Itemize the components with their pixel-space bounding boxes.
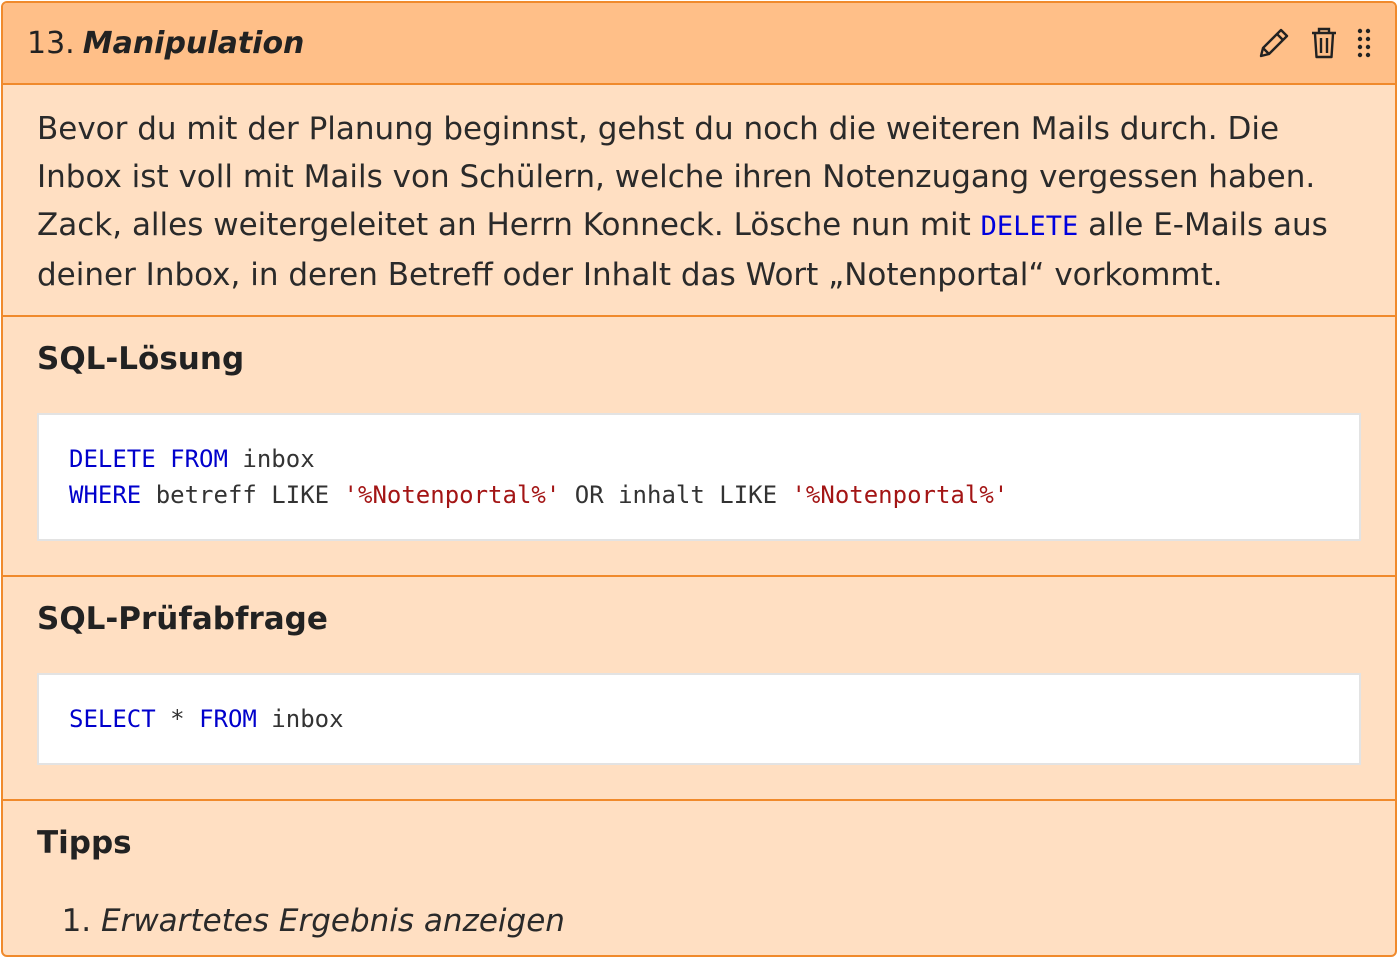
task-header: 13. Manipulation <box>3 3 1395 85</box>
tip-item[interactable]: Erwartetes Ergebnis anzeigen <box>101 903 1395 939</box>
solution-code-block: DELETE FROM inbox WHERE betreff LIKE '%N… <box>37 413 1361 541</box>
code-keyword: DELETE <box>69 445 156 473</box>
pencil-icon <box>1259 28 1289 58</box>
solution-title: SQL-Lösung <box>37 341 245 377</box>
check-section: SQL-Prüfabfrage SELECT * FROM inbox <box>3 577 1395 801</box>
check-code-block: SELECT * FROM inbox <box>37 673 1361 765</box>
tips-section: Tipps Erwartetes Ergebnis anzeigen <box>3 801 1395 939</box>
code-text: * <box>155 705 200 733</box>
code-string: '%Notenportal%' <box>343 481 561 509</box>
code-text: inbox <box>256 705 344 733</box>
code-text: inbox <box>242 445 315 473</box>
code-text: OR inhalt LIKE <box>560 481 792 509</box>
task-title: 13. Manipulation <box>27 26 304 61</box>
task-name: Manipulation <box>82 25 305 61</box>
delete-button[interactable] <box>1309 26 1339 60</box>
drag-handle-icon <box>1357 28 1371 58</box>
trash-icon <box>1312 27 1336 59</box>
code-keyword: SELECT <box>69 705 156 733</box>
task-number: 13. <box>27 25 75 61</box>
code-keyword: FROM <box>199 705 257 733</box>
edit-button[interactable] <box>1257 26 1291 60</box>
code-keyword: WHERE <box>69 481 142 509</box>
code-string: '%Notenportal%' <box>791 481 1009 509</box>
code-text: betreff LIKE <box>155 481 344 509</box>
check-title: SQL-Prüfabfrage <box>37 601 328 637</box>
task-description: Bevor du mit der Planung beginnst, gehst… <box>3 85 1395 317</box>
drag-handle[interactable] <box>1357 28 1371 58</box>
tips-list: Erwartetes Ergebnis anzeigen <box>3 903 1395 939</box>
tips-title: Tipps <box>37 825 132 861</box>
description-keyword: DELETE <box>980 211 1079 242</box>
header-actions <box>1257 26 1371 60</box>
task-card: 13. Manipulation Bevor du mit der Planun… <box>1 1 1397 957</box>
code-keyword: FROM <box>170 445 228 473</box>
solution-section: SQL-Lösung DELETE FROM inbox WHERE betre… <box>3 317 1395 577</box>
